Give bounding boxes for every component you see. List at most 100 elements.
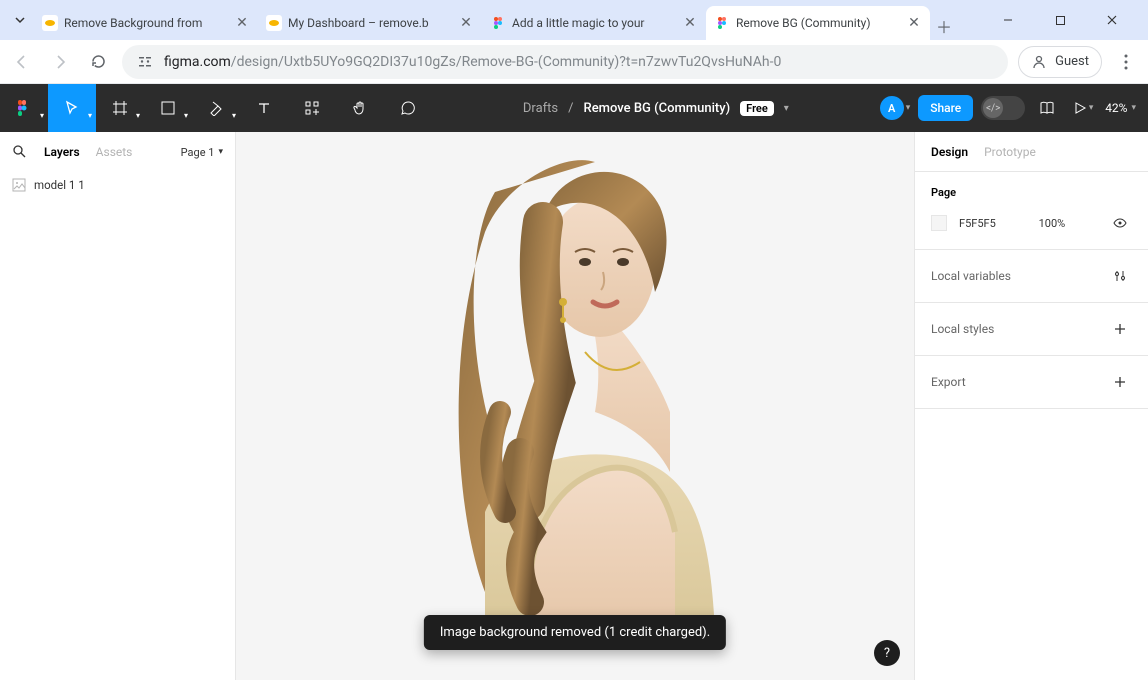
design-tab[interactable]: Design — [931, 145, 968, 159]
add-icon[interactable] — [1108, 317, 1132, 341]
local-styles-label: Local styles — [931, 322, 994, 336]
nav-back-button[interactable] — [8, 48, 36, 76]
right-panel: Design Prototype Page F5F5F5 100% Local … — [914, 132, 1148, 680]
browser-toolbar: figma.com/design/Uxtb5UYo9GQ2DI37u10gZs/… — [0, 40, 1148, 84]
export-label: Export — [931, 375, 966, 389]
tab-title: Remove Background from — [64, 16, 228, 30]
pen-tool[interactable]: ▾ — [192, 84, 240, 132]
page-heading: Page — [931, 186, 1132, 199]
close-icon[interactable]: ✕ — [234, 15, 250, 31]
chevron-down-icon: ▾ — [232, 111, 236, 120]
reload-button[interactable] — [84, 48, 112, 76]
address-bar[interactable]: figma.com/design/Uxtb5UYo9GQ2DI37u10gZs/… — [122, 45, 1008, 79]
text-tool[interactable] — [240, 84, 288, 132]
window-minimize-button[interactable] — [986, 4, 1030, 36]
browser-tab-3[interactable]: Remove BG (Community) ✕ — [706, 6, 930, 40]
prototype-tab[interactable]: Prototype — [984, 145, 1036, 159]
chevron-down-icon: ▾ — [88, 111, 92, 120]
share-button[interactable]: Share — [918, 95, 973, 121]
toast-text: Image background removed (1 credit charg… — [440, 625, 710, 640]
model-portrait-icon — [425, 152, 725, 632]
present-button[interactable]: ▾ — [1069, 94, 1097, 122]
chevron-down-icon[interactable]: ▾ — [784, 103, 789, 114]
zoom-value: 42% — [1105, 101, 1127, 115]
figma-toolbar: ▾ ▾ ▾ ▾ ▾ Drafts / — [0, 84, 1148, 132]
chevron-down-icon: ▾ — [136, 111, 140, 120]
new-tab-button[interactable]: ＋ — [930, 12, 958, 40]
search-icon[interactable] — [12, 144, 28, 160]
page-label: Page 1 — [181, 146, 215, 159]
multiplayer-avatar[interactable]: A ▾ — [880, 96, 911, 120]
chevron-down-icon: ▾ — [184, 111, 188, 120]
tab-search-chevron[interactable] — [6, 6, 34, 34]
page-selector[interactable]: Page 1 ▾ — [181, 146, 223, 159]
browser-menu-button[interactable] — [1112, 48, 1140, 76]
help-button[interactable]: ? — [874, 640, 900, 666]
breadcrumb-title[interactable]: Remove BG (Community) — [584, 101, 731, 116]
canvas-image-model[interactable] — [425, 152, 725, 632]
favicon-icon — [42, 15, 58, 31]
fill-opacity: 100% — [1039, 217, 1066, 230]
site-settings-icon[interactable] — [136, 53, 154, 71]
shape-tool[interactable]: ▾ — [144, 84, 192, 132]
close-icon[interactable]: ✕ — [682, 15, 698, 31]
image-layer-icon — [12, 178, 26, 192]
page-section: Page F5F5F5 100% — [915, 172, 1148, 250]
browser-tab-1[interactable]: My Dashboard – remove.b ✕ — [258, 6, 482, 40]
left-panel: Layers Assets Page 1 ▾ model 1 1 — [0, 132, 236, 680]
assets-tab[interactable]: Assets — [96, 145, 133, 159]
tab-title: Add a little magic to your — [512, 16, 676, 30]
figma-breadcrumb: Drafts / Remove BG (Community) Free ▾ — [432, 101, 880, 116]
figma-menu-button[interactable]: ▾ — [0, 84, 48, 132]
favicon-icon — [266, 15, 282, 31]
tab-title: My Dashboard – remove.b — [288, 16, 452, 30]
breadcrumb-parent[interactable]: Drafts — [523, 101, 558, 116]
window-controls — [986, 4, 1142, 36]
visibility-toggle[interactable] — [1108, 211, 1132, 235]
figma-tool-group: ▾ ▾ ▾ ▾ ▾ — [0, 84, 432, 132]
layer-name: model 1 1 — [34, 178, 85, 192]
comment-tool[interactable] — [384, 84, 432, 132]
color-swatch[interactable] — [931, 215, 947, 231]
person-icon — [1031, 54, 1047, 70]
window-close-button[interactable] — [1090, 4, 1134, 36]
chevron-down-icon: ▾ — [906, 103, 911, 113]
breadcrumb-separator: / — [568, 101, 573, 116]
library-button[interactable] — [1033, 94, 1061, 122]
hand-tool[interactable] — [336, 84, 384, 132]
local-variables-section[interactable]: Local variables — [915, 250, 1148, 303]
tabs-row: Remove Background from ✕ My Dashboard – … — [34, 0, 986, 40]
profile-guest-button[interactable]: Guest — [1018, 46, 1102, 78]
sliders-icon[interactable] — [1108, 264, 1132, 288]
frame-tool[interactable]: ▾ — [96, 84, 144, 132]
close-icon[interactable]: ✕ — [906, 15, 922, 31]
browser-tab-2[interactable]: Add a little magic to your ✕ — [482, 6, 706, 40]
browser-tab-strip: Remove Background from ✕ My Dashboard – … — [0, 0, 1148, 40]
browser-tab-0[interactable]: Remove Background from ✕ — [34, 6, 258, 40]
export-section[interactable]: Export — [915, 356, 1148, 409]
figma-body: Layers Assets Page 1 ▾ model 1 1 — [0, 132, 1148, 680]
dev-mode-toggle[interactable]: </> — [981, 96, 1025, 120]
chevron-down-icon: ▾ — [40, 111, 44, 120]
local-styles-section[interactable]: Local styles — [915, 303, 1148, 356]
chevron-down-icon: ▾ — [1131, 103, 1136, 113]
code-icon: </> — [983, 98, 1003, 118]
nav-forward-button[interactable] — [46, 48, 74, 76]
page-fill-row[interactable]: F5F5F5 100% — [931, 211, 1132, 235]
url-host: figma.com — [164, 54, 231, 70]
avatar: A — [880, 96, 904, 120]
move-tool[interactable]: ▾ — [48, 84, 96, 132]
layers-tab[interactable]: Layers — [44, 145, 80, 159]
canvas[interactable]: Image background removed (1 credit charg… — [236, 132, 914, 680]
url-path: /design/Uxtb5UYo9GQ2DI37u10gZs/Remove-BG… — [231, 54, 782, 70]
close-icon[interactable]: ✕ — [458, 15, 474, 31]
zoom-control[interactable]: 42% ▾ — [1105, 101, 1136, 115]
add-icon[interactable] — [1108, 370, 1132, 394]
layer-item[interactable]: model 1 1 — [0, 172, 235, 198]
window-maximize-button[interactable] — [1038, 4, 1082, 36]
free-badge: Free — [740, 101, 774, 116]
tab-title: Remove BG (Community) — [736, 16, 900, 30]
resources-tool[interactable] — [288, 84, 336, 132]
local-variables-label: Local variables — [931, 269, 1011, 283]
left-panel-tabs: Layers Assets Page 1 ▾ — [0, 132, 235, 172]
